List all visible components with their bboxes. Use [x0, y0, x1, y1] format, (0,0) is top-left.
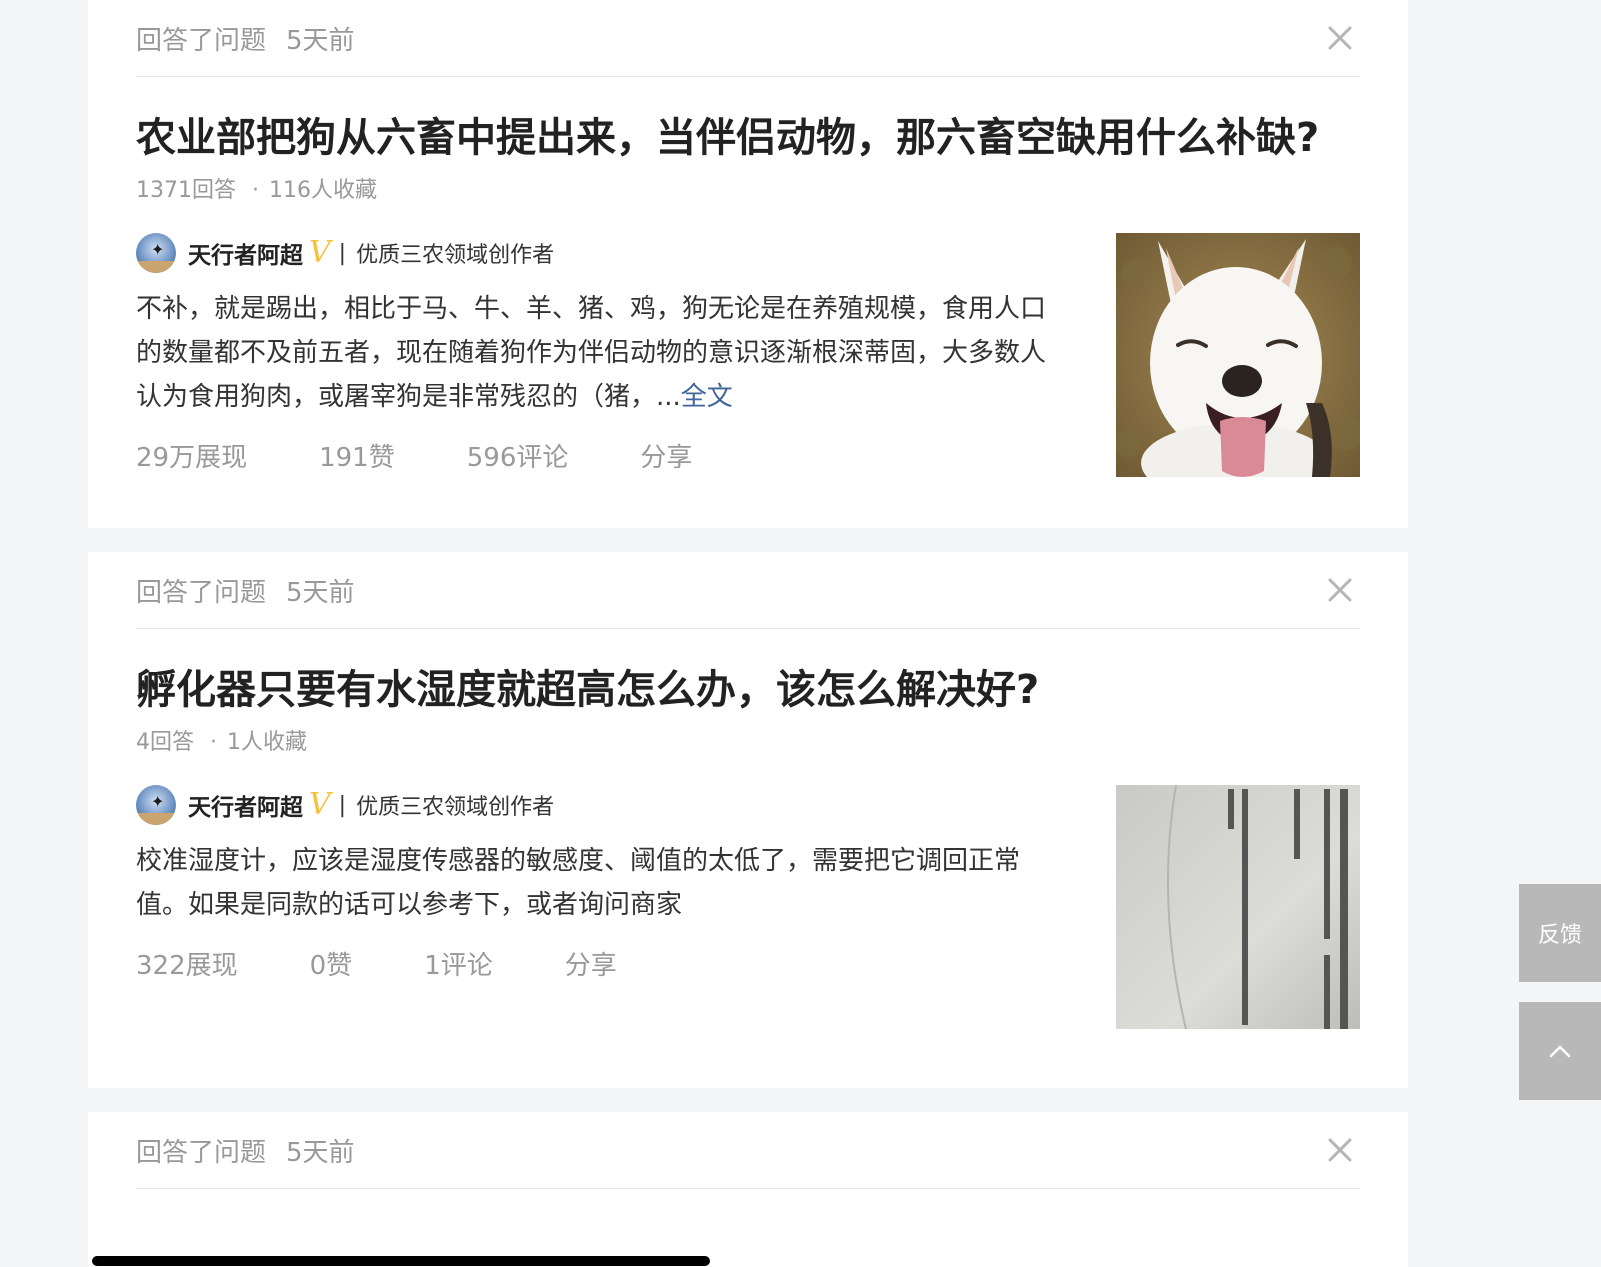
activity-time: 5天前 — [286, 577, 355, 608]
answer-card: 回答了问题 5天前 — [88, 1112, 1408, 1267]
stats-row: 29万展现 191赞 596评论 分享 — [136, 437, 1066, 474]
chevron-up-icon — [1549, 1045, 1571, 1058]
activity-action: 回答了问题 — [136, 25, 267, 56]
author-tag: 优质三农领域创作者 — [356, 243, 555, 268]
answer-excerpt[interactable]: 不补，就是踢出，相比于马、牛、羊、猪、鸡，狗无论是在养殖规模，食用人口的数量都不… — [136, 287, 1066, 419]
answer-column: ✦ 天行者阿超 V | 优质三农领域创作者 不补，就是踢出，相比于马、牛、羊、猪… — [136, 233, 1066, 474]
back-to-top-button[interactable] — [1519, 1002, 1601, 1100]
answer-body: ✦ 天行者阿超 V | 优质三农领域创作者 不补，就是踢出，相比于马、牛、羊、猪… — [136, 233, 1360, 483]
read-more-link[interactable]: 全文 — [681, 382, 733, 412]
share-button[interactable]: 分享 — [565, 945, 617, 982]
answer-card: 回答了问题 5天前 农业部把狗从六畜中提出来，当伴侣动物，那六畜空缺用什么补缺?… — [88, 0, 1408, 528]
views-stat: 29万展现 — [136, 443, 248, 473]
favorite-count: 1人收藏 — [227, 730, 307, 755]
card-header: 回答了问题 5天前 — [136, 1112, 1360, 1189]
question-title[interactable]: 孵化器只要有水湿度就超高怎么办，该怎么解决好? — [136, 663, 1360, 717]
answer-thumbnail[interactable] — [1116, 785, 1360, 1029]
comment-button[interactable]: 596评论 — [467, 437, 569, 474]
author-name[interactable]: 天行者阿超 — [188, 236, 303, 270]
meta-dot: · — [210, 730, 217, 755]
like-button[interactable]: 0赞 — [310, 945, 353, 982]
activity-time: 5天前 — [286, 25, 355, 56]
answer-count: 1371回答 — [136, 178, 236, 203]
activity-time: 5天前 — [286, 1137, 355, 1168]
favorite-count: 116人收藏 — [269, 178, 377, 203]
avatar[interactable]: ✦ — [136, 785, 176, 825]
answer-card: 回答了问题 5天前 孵化器只要有水湿度就超高怎么办，该怎么解决好? 4回答 · 1人… — [88, 552, 1408, 1088]
activity-action: 回答了问题 — [136, 1137, 267, 1168]
question-meta: 1371回答 · 116人收藏 — [136, 175, 1360, 207]
answer-text: 校准湿度计，应该是湿度传感器的敏感度、阈值的太低了，需要把它调回正常值。如果是同… — [136, 846, 1021, 920]
answer-column: ✦ 天行者阿超 V | 优质三农领域创作者 校准湿度计，应该是湿度传感器的敏感度… — [136, 785, 1066, 982]
question-title[interactable]: 农业部把狗从六畜中提出来，当伴侣动物，那六畜空缺用什么补缺? — [136, 111, 1360, 165]
answer-excerpt[interactable]: 校准湿度计，应该是湿度传感器的敏感度、阈值的太低了，需要把它调回正常值。如果是同… — [136, 839, 1066, 927]
author-divider: | — [338, 792, 347, 818]
answer-text: 不补，就是踢出，相比于马、牛、羊、猪、鸡，狗无论是在养殖规模，食用人口的数量都不… — [136, 294, 1047, 412]
like-button[interactable]: 191赞 — [319, 437, 395, 474]
stats-row: 322展现 0赞 1评论 分享 — [136, 945, 1066, 982]
answer-body: ✦ 天行者阿超 V | 优质三农领域创作者 校准湿度计，应该是湿度传感器的敏感度… — [136, 785, 1360, 1035]
question-meta: 4回答 · 1人收藏 — [136, 727, 1360, 759]
answer-count: 4回答 — [136, 730, 194, 755]
author-divider: | — [338, 240, 347, 266]
activity-action: 回答了问题 — [136, 577, 267, 608]
verified-badge-icon: V — [309, 787, 331, 822]
close-icon[interactable] — [1320, 1130, 1360, 1170]
verified-badge-icon: V — [309, 235, 331, 270]
share-button[interactable]: 分享 — [640, 437, 692, 474]
comment-button[interactable]: 1评论 — [424, 945, 493, 982]
author-tag: 优质三农领域创作者 — [356, 795, 555, 820]
white-dog-photo — [1116, 233, 1360, 477]
feedback-button[interactable]: 反馈 — [1519, 884, 1601, 982]
author-name[interactable]: 天行者阿超 — [188, 788, 303, 822]
close-icon[interactable] — [1320, 18, 1360, 58]
card-header: 回答了问题 5天前 — [136, 552, 1360, 629]
answer-thumbnail[interactable] — [1116, 233, 1360, 477]
meta-dot: · — [252, 178, 259, 203]
views-stat: 322展现 — [136, 951, 238, 981]
author-row: ✦ 天行者阿超 V | 优质三农领域创作者 — [136, 785, 1066, 825]
horizontal-scrollbar[interactable] — [92, 1256, 710, 1266]
close-icon[interactable] — [1320, 570, 1360, 610]
card-header: 回答了问题 5天前 — [136, 0, 1360, 77]
printed-paper-photo — [1116, 785, 1360, 1029]
avatar[interactable]: ✦ — [136, 233, 176, 273]
author-row: ✦ 天行者阿超 V | 优质三农领域创作者 — [136, 233, 1066, 273]
